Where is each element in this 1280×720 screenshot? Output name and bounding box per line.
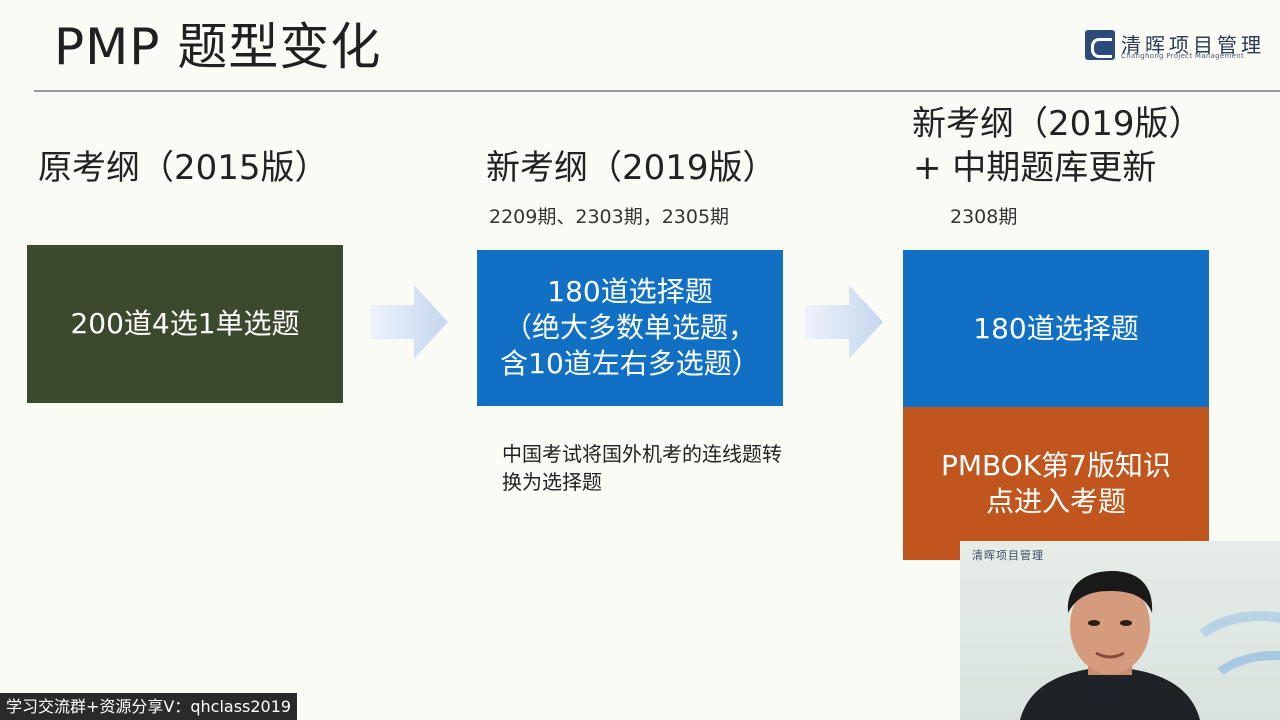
header-divider: [34, 90, 1280, 92]
page-title: PMP 题型变化: [54, 18, 382, 76]
new-syllabus-heading: 新考纲（2019版）: [486, 148, 777, 188]
new-syllabus-box-line: 含10道左右多选题）: [500, 347, 760, 380]
new-syllabus-box: 180道选择题 （绝大多数单选题， 含10道左右多选题）: [477, 250, 783, 406]
updated-syllabus-heading: 新考纲（2019版）: [912, 104, 1203, 144]
logo-english: Changhong Project Management: [1121, 52, 1245, 60]
question-bank-update-heading: + 中期题库更新: [913, 148, 1157, 188]
updated-syllabus-box: 180道选择题: [903, 250, 1209, 407]
old-syllabus-box: 200道4选1单选题: [27, 245, 343, 403]
updated-syllabus-box-text: 180道选择题: [973, 311, 1139, 345]
new-syllabus-box-line: 180道选择题: [547, 275, 713, 308]
pmbok7-box-line: PMBOK第7版知识: [941, 448, 1171, 482]
old-syllabus-heading: 原考纲（2015版）: [38, 148, 329, 188]
updated-syllabus-period: 2308期: [950, 206, 1018, 228]
pmbok7-box-line: 点进入考题: [985, 484, 1126, 518]
new-syllabus-periods: 2209期、2303期，2305期: [489, 206, 730, 228]
presenter-image: [1020, 571, 1200, 720]
right-arrow-icon: [805, 285, 883, 359]
qinghui-logo-icon: [1085, 30, 1115, 60]
contact-watermark: 学习交流群+资源分享V：qhclass2019: [0, 693, 298, 720]
new-syllabus-box-line: （绝大多数单选题，: [503, 311, 756, 344]
company-logo: 清晖项目管理 Changhong Project Management: [1085, 30, 1261, 66]
old-syllabus-box-text: 200道4选1单选题: [70, 307, 300, 340]
presenter-webcam: 清晖项目管理: [960, 541, 1280, 720]
pmbok7-box: PMBOK第7版知识 点进入考题: [903, 407, 1209, 560]
conversion-note: 中国考试将国外机考的连线题转换为选择题: [502, 442, 782, 494]
right-arrow-icon: [370, 285, 448, 359]
